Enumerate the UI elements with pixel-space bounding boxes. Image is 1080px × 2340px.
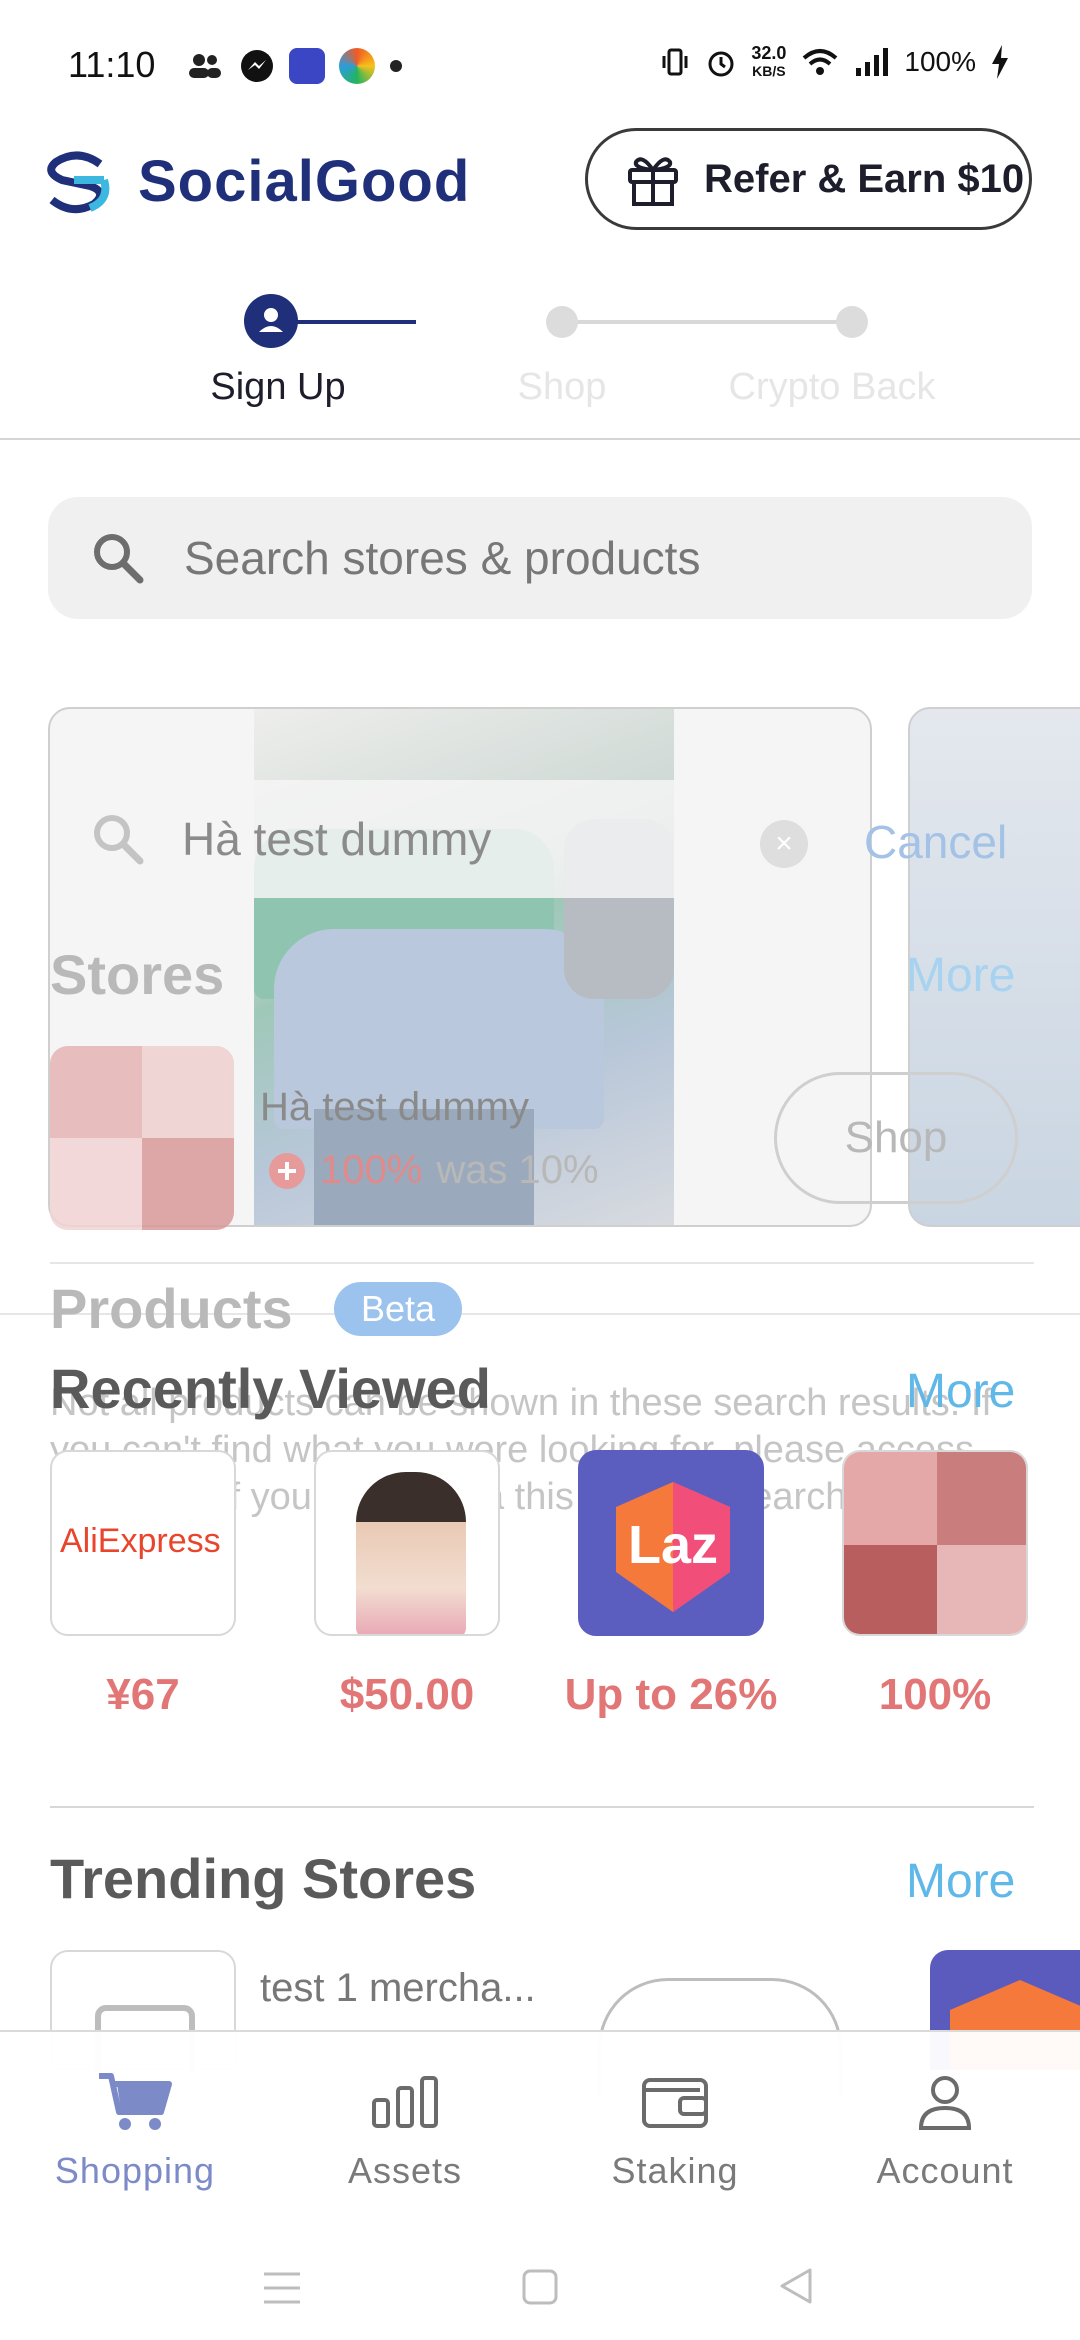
nav-account[interactable]: Account	[810, 2032, 1080, 2232]
trending-stores-more-link[interactable]: More	[906, 1854, 1015, 1909]
nav-shopping-label: Shopping	[54, 2150, 216, 2191]
gift-icon	[628, 157, 678, 206]
onboarding-stepper: Sign Up Shop Crypto Back	[0, 290, 1080, 440]
step-indicator-crypto-back	[836, 306, 868, 338]
bar-chart-icon	[372, 2076, 438, 2128]
status-time: 11:10	[68, 44, 156, 85]
overlay-divider	[50, 1262, 1034, 1264]
nav-staking-label: Staking	[611, 2150, 739, 2191]
step-label-crypto-back: Crypto Back	[728, 366, 936, 408]
lazada-app-icon	[289, 48, 325, 84]
colorful-app-icon	[339, 48, 375, 84]
nav-shopping[interactable]: Shopping	[0, 2032, 270, 2232]
product-face-image	[356, 1472, 466, 1634]
signal-icon	[856, 48, 889, 76]
section-divider	[50, 1806, 1034, 1808]
group-icon	[189, 54, 221, 78]
more-notifications-icon	[390, 60, 402, 72]
network-speed-unit: KB/S	[752, 63, 786, 79]
step-connector-2	[562, 320, 852, 324]
recent-item-lazada[interactable]: Laz	[578, 1450, 764, 1636]
charging-icon	[992, 45, 1008, 79]
user-icon	[259, 308, 283, 332]
nav-assets-label: Assets	[347, 2150, 463, 2191]
bag	[564, 819, 674, 999]
recent-item-product[interactable]	[314, 1450, 500, 1636]
next-banner-preview[interactable]	[908, 707, 1080, 1227]
sweater-blue	[274, 929, 604, 1129]
promo-banner[interactable]	[48, 707, 872, 1227]
recent-item-label: $50.00	[339, 1670, 475, 1719]
vibrate-icon	[662, 48, 688, 76]
socialgood-logo-icon	[47, 151, 110, 213]
nav-assets[interactable]: Assets	[270, 2032, 540, 2232]
trending-store-name: test 1 mercha...	[260, 1966, 536, 2010]
menu-icon[interactable]	[262, 2270, 302, 2306]
wifi-icon	[803, 49, 838, 75]
lip-swatch-1	[844, 1452, 937, 1545]
nav-staking[interactable]: Staking	[540, 2032, 810, 2232]
brand-name: SocialGood	[138, 149, 471, 214]
recent-item-label: Up to 26%	[564, 1670, 778, 1719]
trending-stores-title: Trending Stores	[50, 1847, 477, 1910]
step-label-shop: Shop	[517, 366, 607, 408]
bottom-navigation: Shopping Assets Staking Account	[0, 2030, 1080, 2230]
status-bar: 11:10 32.0 KB/S 100%	[0, 0, 1080, 130]
messenger-icon	[241, 50, 273, 82]
lip-swatch-2	[937, 1452, 1026, 1545]
step-indicator-sign-up	[244, 294, 298, 348]
brand-logo: SocialGood	[40, 148, 470, 215]
refer-earn-label: Refer & Earn $10	[704, 156, 1025, 201]
recent-item-aliexpress[interactable]: AliExpress	[50, 1450, 236, 1636]
overlay-divider-full	[0, 1313, 1080, 1315]
nav-account-label: Account	[876, 2150, 1014, 2191]
network-speed-value: 32.0	[751, 43, 787, 63]
lazada-logo-text: Laz	[627, 1515, 719, 1575]
lip-swatch-4	[937, 1545, 1026, 1634]
network-speed: 32.0 KB/S	[751, 44, 786, 80]
jeans	[314, 1109, 534, 1225]
wallet-icon	[642, 2078, 708, 2128]
banner-image	[254, 709, 674, 1225]
battery-percent: 100%	[904, 46, 976, 77]
beta-badge: Beta	[334, 1282, 462, 1336]
account-icon	[918, 2076, 972, 2130]
search-icon	[94, 534, 144, 584]
home-icon[interactable]	[521, 2268, 559, 2306]
search-placeholder: Search stores & products	[184, 532, 701, 584]
back-icon[interactable]	[776, 2266, 816, 2306]
aliexpress-logo: AliExpress	[60, 1522, 221, 1560]
system-navigation-bar	[0, 2230, 1080, 2340]
cart-icon	[99, 2073, 172, 2130]
system-indicators: 32.0 KB/S 100%	[659, 44, 1010, 80]
step-indicator-shop	[546, 306, 578, 338]
recent-item-label: ¥67	[106, 1670, 180, 1719]
header-divider	[0, 438, 1080, 440]
recent-item-lipstick[interactable]	[842, 1450, 1028, 1636]
recently-viewed-more-link[interactable]: More	[906, 1364, 1015, 1419]
refer-earn-button[interactable]: Refer & Earn $10	[585, 128, 1032, 230]
products-title: Products	[50, 1277, 293, 1340]
lip-swatch-3	[844, 1545, 937, 1634]
notification-icons	[185, 48, 403, 84]
recent-item-label: 100%	[878, 1670, 992, 1719]
step-label-sign-up: Sign Up	[210, 366, 346, 408]
recently-viewed-title: Recently Viewed	[50, 1357, 491, 1420]
alarm-icon	[708, 51, 734, 77]
search-input[interactable]: Search stores & products	[48, 497, 1032, 619]
